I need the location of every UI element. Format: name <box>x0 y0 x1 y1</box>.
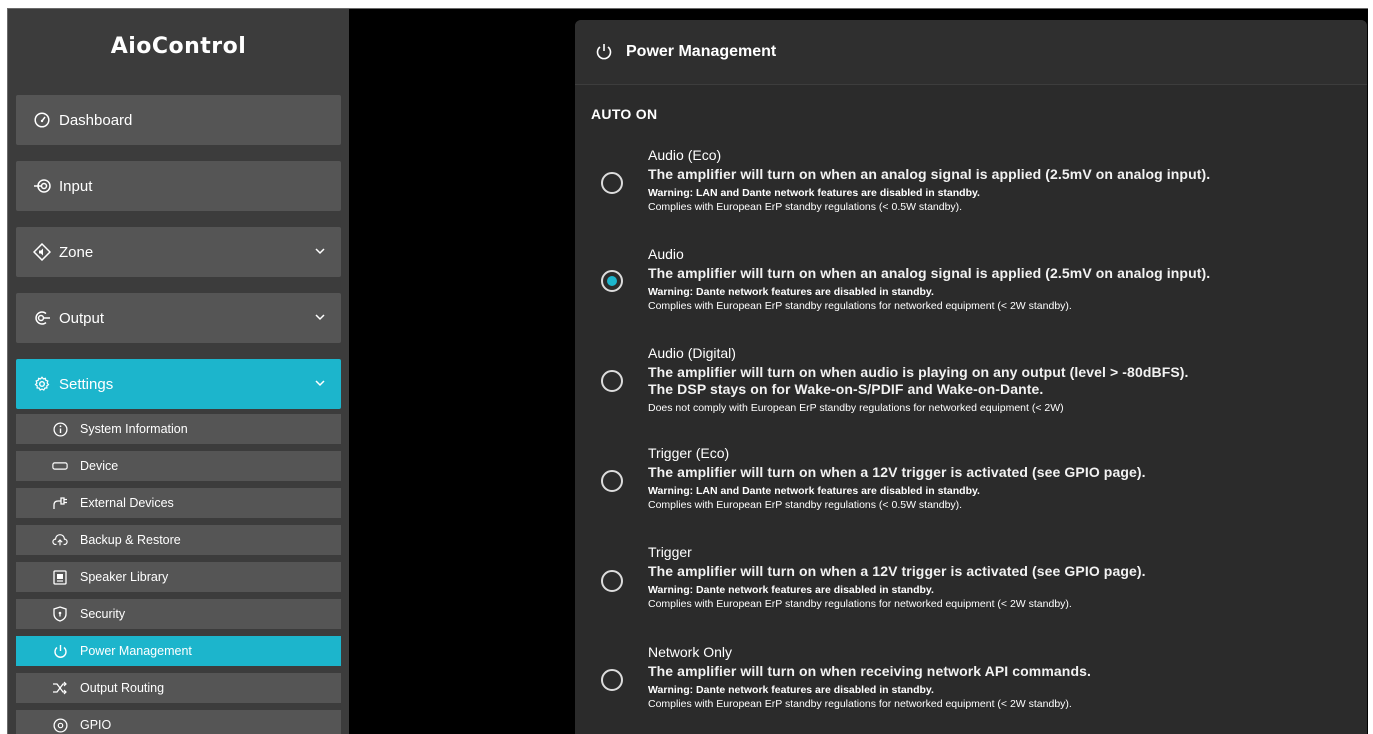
gear-icon <box>33 375 51 393</box>
option-note: Complies with European ErP standby regul… <box>648 598 1072 610</box>
power-icon <box>52 643 68 659</box>
zone-icon <box>33 243 51 261</box>
radio-button[interactable] <box>601 172 623 194</box>
option-description: The amplifier will turn on when a 12V tr… <box>648 464 1146 480</box>
option-description: The amplifier will turn on when receivin… <box>648 663 1091 679</box>
sub-label: Device <box>80 459 119 473</box>
option-warning: Warning: Dante network features are disa… <box>648 286 934 298</box>
option-description: The amplifier will turn on when an analo… <box>648 265 1211 281</box>
radio-button[interactable] <box>601 370 623 392</box>
sub-label: External Devices <box>80 496 174 510</box>
option-warning: Warning: Dante network features are disa… <box>648 584 934 596</box>
sub-label: Output Routing <box>80 681 165 695</box>
input-icon <box>33 177 51 195</box>
radio-dot <box>607 276 617 286</box>
gauge-icon <box>33 111 51 129</box>
radio-button[interactable] <box>601 470 623 492</box>
nav-input-label: Input <box>59 177 93 195</box>
sub-external-devices[interactable]: External Devices <box>16 488 341 518</box>
radio-button[interactable] <box>601 669 623 691</box>
nav-zone[interactable]: Zone <box>16 227 341 277</box>
option-description: The amplifier will turn on when an analo… <box>648 166 1211 182</box>
chevron-down-icon <box>315 380 325 387</box>
app-logo: AioControl <box>110 34 247 59</box>
sub-speaker-library[interactable]: Speaker Library <box>16 562 341 592</box>
info-icon <box>52 421 68 437</box>
option-title: Trigger (Eco) <box>648 445 730 461</box>
device-icon <box>52 458 68 474</box>
option-warning: Warning: LAN and Dante network features … <box>648 187 980 199</box>
radio-button[interactable] <box>601 570 623 592</box>
option-note: Does not comply with European ErP standb… <box>648 402 1064 414</box>
option-warning: Warning: Dante network features are disa… <box>648 684 934 696</box>
option-text: Trigger The amplifier will turn on when … <box>648 543 1348 611</box>
shuffle-icon <box>52 680 68 696</box>
sub-device[interactable]: Device <box>16 451 341 481</box>
sub-label: Backup & Restore <box>80 533 181 547</box>
option-title: Trigger <box>648 544 692 560</box>
panel-title: Power Management <box>626 43 777 60</box>
option-text: Audio The amplifier will turn on when an… <box>648 245 1348 313</box>
option-description: The amplifier will turn on when audio is… <box>648 364 1189 380</box>
option-note: Complies with European ErP standby regul… <box>648 300 1072 312</box>
option-text: Audio (Eco) The amplifier will turn on w… <box>648 146 1348 214</box>
speaker-icon <box>52 569 68 585</box>
option-description-2: The DSP stays on for Wake-on-S/PDIF and … <box>648 381 1044 397</box>
nav-settings-label: Settings <box>59 375 114 393</box>
sub-security[interactable]: Security <box>16 599 341 629</box>
chevron-down-icon <box>315 314 325 321</box>
chevron-down-icon <box>315 248 325 255</box>
nav-input[interactable]: Input <box>16 161 341 211</box>
gpio-icon <box>52 717 68 733</box>
nav-output[interactable]: Output <box>16 293 341 343</box>
sub-backup-restore[interactable]: Backup & Restore <box>16 525 341 555</box>
sub-power-management[interactable]: Power Management <box>16 636 341 666</box>
option-title: Audio (Digital) <box>648 345 736 361</box>
option-text: Audio (Digital) The amplifier will turn … <box>648 344 1348 415</box>
option-note: Complies with European ErP standby regul… <box>648 499 963 511</box>
power-icon <box>595 43 613 61</box>
option-description: The amplifier will turn on when a 12V tr… <box>648 563 1146 579</box>
option-title: Network Only <box>648 644 733 660</box>
sub-label: GPIO <box>80 718 112 732</box>
option-note: Complies with European ErP standby regul… <box>648 201 963 213</box>
option-title: Audio (Eco) <box>648 147 722 163</box>
section-auto-on: AUTO ON <box>591 106 658 122</box>
app-frame: AioControl Dashboard Input Zone Output S… <box>7 8 1368 734</box>
sub-output-routing[interactable]: Output Routing <box>16 673 341 703</box>
nav-dashboard-label: Dashboard <box>59 111 133 129</box>
sub-label: Power Management <box>80 644 192 658</box>
sub-gpio[interactable]: GPIO <box>16 710 341 734</box>
sub-label: System Information <box>80 422 188 436</box>
cloud-upload-icon <box>52 532 68 548</box>
option-note: Complies with European ErP standby regul… <box>648 698 1072 710</box>
nav-zone-label: Zone <box>59 243 94 261</box>
sub-system-information[interactable]: System Information <box>16 414 341 444</box>
power-management-panel: Power Management AUTO ON Audio (Eco) The… <box>575 20 1367 734</box>
sidebar: AioControl Dashboard Input Zone Output S… <box>8 9 349 734</box>
nav-dashboard[interactable]: Dashboard <box>16 95 341 145</box>
option-text: Trigger (Eco) The amplifier will turn on… <box>648 444 1348 512</box>
option-title: Audio <box>648 246 684 262</box>
option-warning: Warning: LAN and Dante network features … <box>648 485 980 497</box>
sub-label: Security <box>80 607 126 621</box>
radio-button-checked[interactable] <box>601 270 623 292</box>
option-text: Network Only The amplifier will turn on … <box>648 643 1348 711</box>
plug-icon <box>52 495 68 511</box>
shield-icon <box>52 606 68 622</box>
output-icon <box>33 309 51 327</box>
nav-output-label: Output <box>59 309 105 327</box>
sub-label: Speaker Library <box>80 570 169 584</box>
panel-header: Power Management <box>575 20 1367 85</box>
nav-settings[interactable]: Settings <box>16 359 341 409</box>
